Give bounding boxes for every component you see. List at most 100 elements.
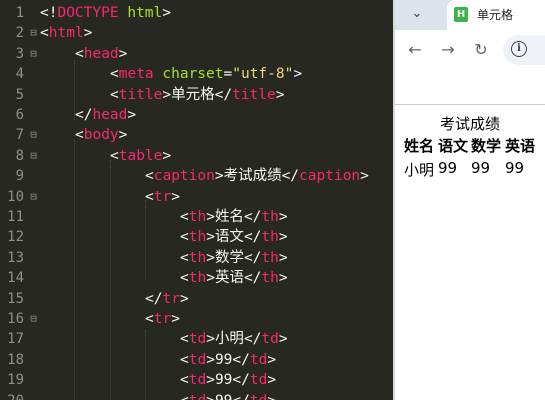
line-number: 8	[15, 147, 24, 164]
fold-toggle-icon[interactable]: ⊟	[28, 27, 39, 38]
code-token: 英语	[214, 270, 244, 287]
code-token: body	[83, 127, 119, 144]
code-token: </	[243, 331, 262, 348]
fold-toggle-icon[interactable]: ⊟	[28, 150, 39, 161]
code-line[interactable]: 16 ⊟ <tr>	[0, 309, 393, 329]
code-line[interactable]: 5 <title>单元格</title>	[0, 85, 393, 105]
line-number: 9	[15, 168, 24, 185]
code-text: <th>姓名</th>	[180, 207, 288, 227]
code-token: >	[267, 351, 277, 368]
code-token: >	[278, 331, 288, 348]
code-token: 小明	[214, 331, 244, 348]
code-token: td	[250, 393, 267, 400]
code-token: >	[278, 229, 288, 246]
code-token: td	[249, 351, 268, 368]
code-token: th	[188, 209, 207, 225]
line-number: 19	[7, 372, 24, 389]
code-token: th	[188, 270, 207, 287]
code-token: >	[214, 168, 224, 185]
info-icon[interactable]: i	[511, 41, 527, 57]
code-line[interactable]: 2 ⊟ <html>	[0, 23, 393, 43]
code-token: <	[180, 249, 189, 266]
code-line[interactable]: 11 <th>姓名</th>	[0, 207, 393, 227]
fold-toggle-icon[interactable]: ⊟	[28, 191, 39, 202]
code-text: <tr>	[145, 309, 180, 329]
code-line[interactable]: 14 <th>英语</th>	[0, 268, 393, 288]
code-token: 99	[214, 372, 233, 389]
code-line[interactable]: 1 <!DOCTYPE html>	[0, 3, 393, 23]
code-token: >	[171, 311, 180, 327]
chevron-down-icon[interactable]: ⌄	[404, 3, 430, 25]
code-token: >	[83, 25, 93, 42]
code-line[interactable]: 18 <td>99</td>	[0, 350, 393, 370]
code-token: 99	[214, 351, 233, 368]
code-token: 数学	[214, 249, 244, 266]
code-token: "utf-8"	[232, 66, 294, 83]
code-token: >	[278, 270, 288, 287]
table-header-cell: 姓名	[404, 137, 435, 155]
browser-toolbar: ← → ↻ i	[395, 30, 545, 70]
code-token: >	[206, 209, 215, 225]
code-token: <!	[40, 5, 58, 21]
browser-tab[interactable]: H 单元格	[447, 0, 545, 30]
code-token: 单元格	[171, 86, 215, 103]
code-line[interactable]: 3 ⊟ <head>	[0, 44, 393, 64]
code-token: <	[180, 372, 189, 389]
code-line[interactable]: 10 ⊟ <tr>	[0, 187, 393, 207]
code-token: <	[145, 168, 154, 185]
code-line[interactable]: 15 </tr>	[0, 289, 393, 309]
code-line[interactable]: 4 <meta charset="utf-8">	[0, 64, 393, 84]
fold-toggle-icon[interactable]: ⊟	[28, 129, 39, 140]
code-token: </	[243, 209, 262, 225]
code-line[interactable]: 17 <td>小明</td>	[0, 329, 393, 349]
code-line[interactable]: 6 </head>	[0, 105, 393, 125]
arrow-right-icon[interactable]: →	[437, 39, 459, 61]
code-token: >	[179, 290, 189, 307]
fold-toggle-icon[interactable]: ⊟	[28, 313, 39, 324]
code-line[interactable]: 9 <caption>考试成绩</caption>	[0, 166, 393, 186]
code-token: head	[92, 107, 128, 123]
code-text: </head>	[75, 105, 136, 125]
code-token: caption	[299, 168, 361, 185]
code-line[interactable]: 8 ⊟ <table>	[0, 146, 393, 166]
code-token: >	[118, 127, 128, 144]
code-token: >	[275, 86, 285, 103]
code-token: <	[180, 351, 189, 368]
code-text: <td>99</td>	[180, 391, 276, 400]
table-cell: 99	[471, 159, 491, 177]
address-bar[interactable]: i	[503, 35, 545, 65]
code-line[interactable]: 19 <td>99</td>	[0, 370, 393, 390]
code-token: <	[180, 229, 189, 246]
code-line[interactable]: 7 ⊟ <body>	[0, 125, 393, 145]
h5-icon: H	[454, 7, 468, 22]
line-number: 17	[7, 331, 24, 348]
line-number: 15	[7, 290, 24, 307]
code-token: 99	[215, 393, 232, 400]
table-header-cell: 语文	[438, 137, 469, 155]
code-token: head	[83, 45, 119, 62]
code-token: >	[267, 372, 277, 389]
line-number: 3	[15, 45, 24, 62]
code-token: >	[206, 270, 215, 287]
fold-toggle-icon[interactable]: ⊟	[28, 48, 39, 59]
code-line[interactable]: 12 <th>语文</th>	[0, 227, 393, 247]
line-number: 5	[15, 86, 24, 103]
line-number: 20	[0, 391, 24, 400]
reload-icon[interactable]: ↻	[470, 39, 492, 61]
code-token: th	[261, 209, 279, 225]
line-number: 2	[15, 25, 24, 42]
code-token: >	[171, 188, 180, 205]
line-number: 7	[15, 127, 24, 144]
code-line[interactable]: 20 <td>99</td>	[0, 391, 393, 400]
line-number: 12	[7, 229, 24, 246]
code-token: <	[180, 331, 189, 348]
tab-strip: ⌄ H 单元格	[395, 0, 545, 30]
code-token: tr	[162, 290, 180, 307]
code-text: <head>	[75, 44, 127, 64]
code-line[interactable]: 13 <th>数学</th>	[0, 248, 393, 268]
code-editor[interactable]: 1 <!DOCTYPE html> 2 ⊟ <html> 3 ⊟ <head> 4 <meta c…	[0, 0, 393, 400]
arrow-left-icon[interactable]: ←	[404, 39, 426, 61]
code-token: >	[127, 107, 137, 123]
code-token: </	[232, 393, 249, 400]
